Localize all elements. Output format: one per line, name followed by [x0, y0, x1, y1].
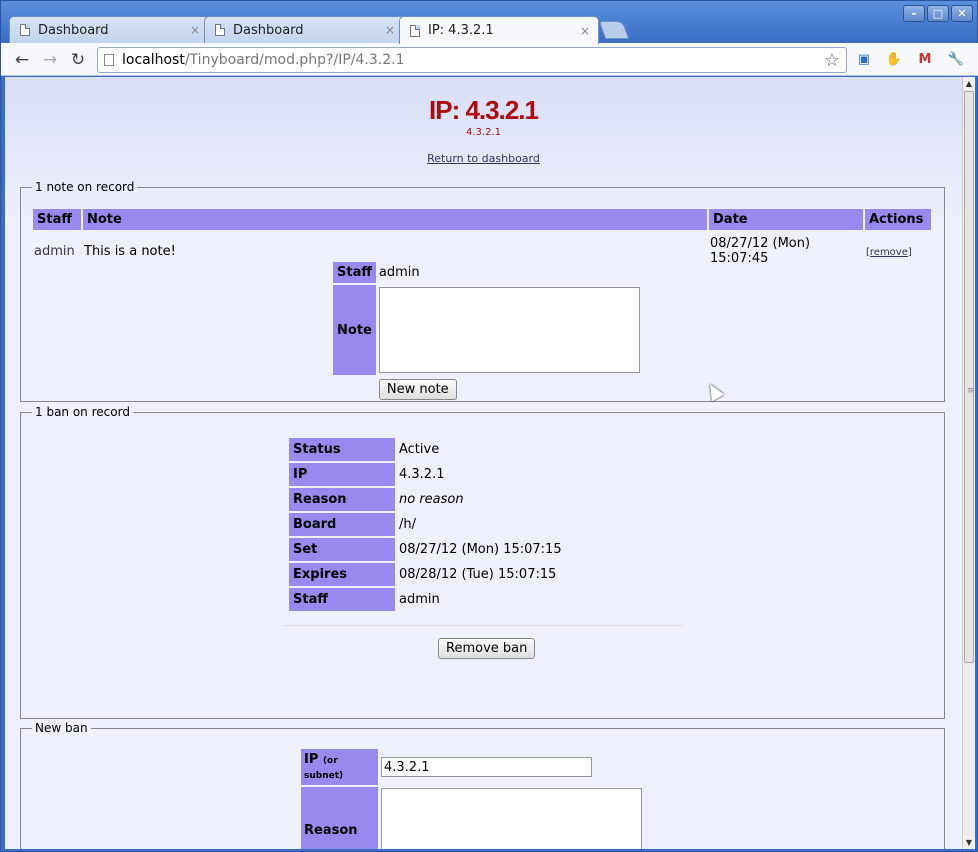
tab-strip: Dashboard × Dashboard × IP: 4.3.2.1 × – … [1, 1, 978, 44]
bookmark-star-icon[interactable]: ☆ [824, 50, 840, 71]
ban-field-value: 08/27/12 (Mon) 15:07:15 [399, 542, 562, 557]
new-ban-legend: New ban [35, 721, 88, 735]
reason-textarea[interactable] [381, 788, 642, 849]
close-tab-icon[interactable]: × [385, 23, 395, 37]
ban-field-label: Expires [289, 563, 395, 586]
ban-field-value: Active [399, 442, 440, 457]
table-row: Expires 08/28/12 (Tue) 15:07:15 [289, 563, 677, 586]
page-icon [104, 54, 114, 66]
new-tab-button[interactable] [598, 21, 630, 39]
window-controls: – □ ✕ [903, 5, 973, 22]
back-button[interactable]: ← [11, 49, 33, 71]
table-row: Board/h/ [289, 513, 677, 536]
new-ban-section: New ban IP (or subnet) Reason [20, 721, 945, 849]
page-title: IP: 4.3.2.1 [429, 95, 539, 125]
scroll-thumb[interactable]: ≡ [964, 91, 975, 663]
note-textarea[interactable] [378, 287, 640, 373]
maximize-button[interactable]: □ [927, 5, 949, 22]
close-window-button[interactable]: ✕ [951, 5, 973, 22]
col-date: Date [709, 209, 863, 230]
ip-input[interactable] [381, 757, 592, 777]
new-ban-form: IP (or subnet) Reason [299, 747, 645, 849]
ip-label: IP (or subnet) [301, 749, 378, 785]
close-tab-icon[interactable]: × [190, 23, 200, 37]
ban-field-label: Staff [289, 588, 395, 611]
notes-header-row: Staff Note Date Actions [33, 209, 931, 230]
notes-section: 1 note on record Staff Note Date Actions… [20, 180, 945, 402]
url-host: localhost [122, 52, 185, 68]
col-staff: Staff [33, 209, 81, 230]
page-scrollbar[interactable]: ▲ ≡ ▼ [962, 77, 975, 849]
page-icon [410, 24, 420, 37]
table-row: Set 08/27/12 (Mon) 15:07:15 [289, 538, 677, 561]
note-staff-link[interactable]: admin [34, 244, 75, 259]
table-row: Staff admin [289, 588, 677, 611]
forward-button[interactable]: → [39, 49, 61, 71]
bans-section: 1 ban on record Status Active IP 4.3.2.1 R… [20, 405, 945, 719]
screenshot-icon[interactable]: ▣ [854, 50, 874, 70]
col-actions: Actions [865, 209, 931, 230]
table-row: IP 4.3.2.1 [289, 463, 677, 486]
ban-field-value: admin [399, 592, 440, 607]
notes-legend: 1 note on record [35, 180, 135, 194]
wrench-icon[interactable]: 🔧 [946, 50, 966, 70]
table-row: Status Active [289, 438, 677, 461]
remove-note-link[interactable]: [remove] [866, 247, 912, 258]
page-subtitle: 4.3.2.1 [466, 127, 501, 138]
close-tab-icon[interactable]: × [580, 24, 590, 38]
tab-ip[interactable]: IP: 4.3.2.1 × [399, 16, 599, 44]
reload-button[interactable]: ↻ [67, 49, 89, 71]
gmail-icon[interactable]: M [915, 50, 935, 70]
note-form-note-label: Note [333, 285, 376, 375]
page-icon [215, 24, 225, 36]
ban-details-table: Status Active IP 4.3.2.1 Reason no reason B… [287, 436, 679, 613]
tab-dashboard-2[interactable]: Dashboard × [204, 16, 404, 43]
divider [283, 625, 683, 626]
col-note: Note [83, 209, 707, 230]
stop-icon[interactable]: ✋ [884, 50, 904, 70]
browser-toolbar: ← → ↻ localhost /Tinyboard/mod.php?/IP/4… [1, 43, 978, 76]
tab-title: IP: 4.3.2.1 [428, 23, 494, 38]
new-note-form: Staff admin Note New note [331, 260, 643, 404]
tab-title: Dashboard [233, 22, 304, 38]
ban-field-label: Reason [289, 488, 395, 511]
ban-field-label: Set [289, 538, 395, 561]
minimize-button[interactable]: – [903, 5, 925, 22]
ban-field-label: Status [289, 438, 395, 461]
ban-field-label: Board [289, 513, 395, 536]
tab-dashboard-1[interactable]: Dashboard × [9, 16, 209, 43]
ban-field-label: IP [289, 463, 395, 486]
note-form-staff-value: admin [378, 265, 420, 280]
tab-title: Dashboard [38, 22, 109, 38]
scroll-up-arrow-icon[interactable]: ▲ [963, 77, 975, 90]
page-viewport: IP: 4.3.2.1 4.3.2.1 Return to dashboard … [5, 77, 962, 849]
browser-window: Dashboard × Dashboard × IP: 4.3.2.1 × – … [0, 0, 978, 852]
url-path: /Tinyboard/mod.php?/IP/4.3.2.1 [184, 52, 405, 68]
ban-field-value: 08/28/12 (Tue) 15:07:15 [399, 567, 557, 582]
ip-label-text: IP [304, 752, 319, 767]
scroll-down-arrow-icon[interactable]: ▼ [963, 836, 975, 849]
page-icon [20, 24, 30, 36]
reason-label: Reason [301, 787, 378, 849]
ban-field-value: no reason [399, 492, 464, 507]
ban-field-value: 4.3.2.1 [399, 467, 445, 482]
return-to-dashboard-link[interactable]: Return to dashboard [5, 152, 962, 165]
grip-icon: ≡ [967, 386, 975, 396]
address-bar[interactable]: localhost /Tinyboard/mod.php?/IP/4.3.2.1… [97, 47, 847, 73]
table-row: Reason no reason [289, 488, 677, 511]
note-form-staff-label: Staff [333, 262, 376, 283]
remove-ban-button[interactable]: Remove ban [438, 638, 536, 659]
new-note-button[interactable]: New note [378, 379, 457, 400]
ban-field-value: /h/ [399, 517, 416, 532]
note-date: 08/27/12 (Mon) 15:07:45 [710, 236, 811, 266]
bans-legend: 1 ban on record [35, 405, 130, 419]
